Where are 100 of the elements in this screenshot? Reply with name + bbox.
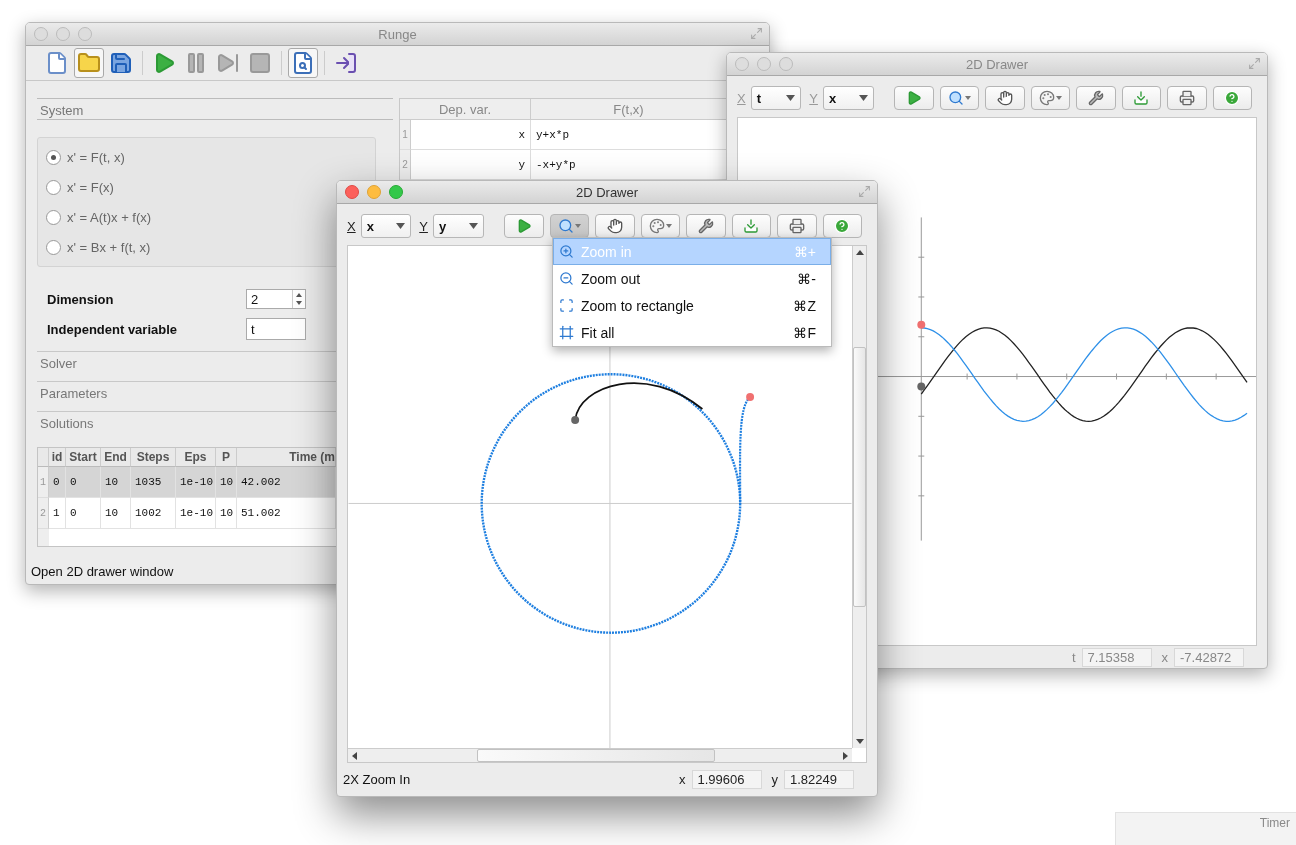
axis-label: Y bbox=[419, 218, 429, 234]
palette-icon bbox=[648, 218, 665, 234]
caret-icon bbox=[665, 224, 672, 228]
window-control-button[interactable] bbox=[367, 185, 381, 199]
help-icon bbox=[834, 218, 851, 234]
system-tab[interactable]: System bbox=[37, 98, 393, 120]
row-number: 1 bbox=[38, 467, 49, 498]
field-label: Independent variable bbox=[47, 321, 179, 337]
palette-icon bbox=[1038, 90, 1055, 106]
axis-select[interactable]: t bbox=[750, 86, 802, 110]
radio-button[interactable] bbox=[46, 209, 61, 225]
toolbar-button[interactable] bbox=[288, 48, 318, 78]
readout-field: 1.82249 bbox=[784, 770, 854, 789]
table-cell: 42.002 bbox=[237, 467, 336, 498]
row-number: 1 bbox=[400, 120, 411, 150]
window-title: Runge bbox=[378, 26, 417, 42]
axis-label: X bbox=[737, 90, 747, 106]
field-label: Dimension bbox=[47, 291, 115, 307]
table-cell: 10 bbox=[216, 467, 237, 498]
spinner-arrows-icon[interactable] bbox=[292, 290, 305, 308]
toolbar-button[interactable] bbox=[549, 214, 590, 238]
toolbar-button[interactable] bbox=[595, 214, 635, 238]
window-title: 2D Drawer bbox=[965, 56, 1029, 72]
toolbar-button[interactable] bbox=[822, 214, 863, 238]
toolbar-button[interactable] bbox=[939, 86, 980, 110]
window-control-button[interactable] bbox=[389, 185, 403, 199]
table-cell: 0 bbox=[66, 467, 101, 498]
caret-icon bbox=[858, 95, 868, 101]
new-file-icon bbox=[45, 51, 69, 75]
axis-select[interactable]: x bbox=[360, 214, 412, 238]
column-header[interactable]: Steps bbox=[131, 448, 176, 467]
table-cell: 0 bbox=[66, 498, 101, 529]
readout-field: 7.15358 bbox=[1081, 647, 1152, 667]
printer-icon bbox=[788, 218, 805, 234]
fit-frame-icon bbox=[559, 325, 574, 340]
horizontal-scrollbar[interactable] bbox=[348, 748, 852, 762]
fullscreen-icon[interactable] bbox=[858, 185, 871, 198]
toolbar-button[interactable] bbox=[985, 86, 1025, 110]
toolbar-button[interactable] bbox=[777, 214, 817, 238]
magnifier-icon bbox=[948, 90, 964, 106]
column-header[interactable]: P bbox=[216, 448, 237, 467]
row-number: 2 bbox=[400, 150, 411, 180]
toolbar-button[interactable] bbox=[640, 214, 681, 238]
readout-label: y bbox=[771, 772, 778, 787]
column-header[interactable]: Start bbox=[66, 448, 101, 467]
dimension-spinner[interactable]: 2 bbox=[246, 289, 306, 309]
caret-icon bbox=[1055, 96, 1062, 100]
toolbar-button[interactable] bbox=[1212, 86, 1253, 110]
help-icon bbox=[1224, 90, 1241, 106]
table-cell: x bbox=[411, 120, 531, 150]
table-cell: 10 bbox=[101, 498, 131, 529]
table-cell: 10 bbox=[101, 467, 131, 498]
toolbar-button[interactable] bbox=[686, 214, 726, 238]
table-cell: 1e-10 bbox=[176, 467, 216, 498]
printer-icon bbox=[1178, 90, 1195, 106]
toolbar-button[interactable] bbox=[504, 214, 544, 238]
fullscreen-icon[interactable] bbox=[750, 27, 763, 40]
readout-label: x bbox=[679, 772, 686, 787]
export-icon bbox=[743, 218, 760, 234]
toolbar-button[interactable] bbox=[1167, 86, 1207, 110]
radio-label: x' = Bx + f(t, x) bbox=[67, 239, 151, 255]
zoom-in-icon bbox=[559, 244, 574, 259]
table-cell: 1e-10 bbox=[176, 498, 216, 529]
vertical-scrollbar[interactable] bbox=[852, 246, 866, 748]
column-header[interactable]: Time (m bbox=[237, 448, 336, 467]
table-cell: 1002 bbox=[131, 498, 176, 529]
window-control-button[interactable] bbox=[345, 185, 359, 199]
fullscreen-icon[interactable] bbox=[1248, 57, 1261, 70]
radio-button[interactable] bbox=[46, 239, 61, 255]
zoom-rectangle-icon bbox=[559, 298, 574, 313]
readout-label: x bbox=[1161, 649, 1168, 665]
play-icon bbox=[906, 90, 923, 106]
toolbar-button[interactable] bbox=[1076, 86, 1116, 110]
table-cell: 51.002 bbox=[237, 498, 336, 529]
axis-select[interactable]: y bbox=[433, 214, 484, 238]
axis-select[interactable]: x bbox=[823, 86, 874, 110]
table-cell: 1035 bbox=[131, 467, 176, 498]
document-search-icon bbox=[291, 51, 315, 75]
column-header[interactable]: End bbox=[101, 448, 131, 467]
menu-item[interactable]: Zoom out ⌘- bbox=[553, 265, 831, 292]
input-field[interactable]: t bbox=[246, 318, 306, 340]
window-title: Timer bbox=[1259, 816, 1290, 832]
menu-item[interactable]: Zoom to rectangle ⌘Z bbox=[553, 292, 831, 319]
toolbar-button[interactable] bbox=[894, 86, 934, 110]
magnifier-icon bbox=[558, 218, 574, 234]
column-header[interactable]: Eps bbox=[176, 448, 216, 467]
toolbar-button[interactable] bbox=[1030, 86, 1071, 110]
start-point bbox=[917, 320, 926, 329]
table-cell: 0 bbox=[49, 467, 66, 498]
caret-icon bbox=[965, 96, 971, 100]
wrench-icon bbox=[697, 218, 714, 234]
radio-button[interactable] bbox=[46, 149, 61, 165]
status-text: Open 2D drawer window bbox=[30, 563, 175, 579]
caret-icon bbox=[575, 224, 581, 228]
table-cell: 1 bbox=[49, 498, 66, 529]
column-header[interactable]: id bbox=[49, 448, 66, 467]
radio-label: x' = A(t)x + f(x) bbox=[67, 209, 152, 225]
play-icon bbox=[516, 218, 533, 234]
menu-item[interactable]: Fit all ⌘F bbox=[553, 319, 831, 346]
radio-button[interactable] bbox=[46, 179, 61, 195]
